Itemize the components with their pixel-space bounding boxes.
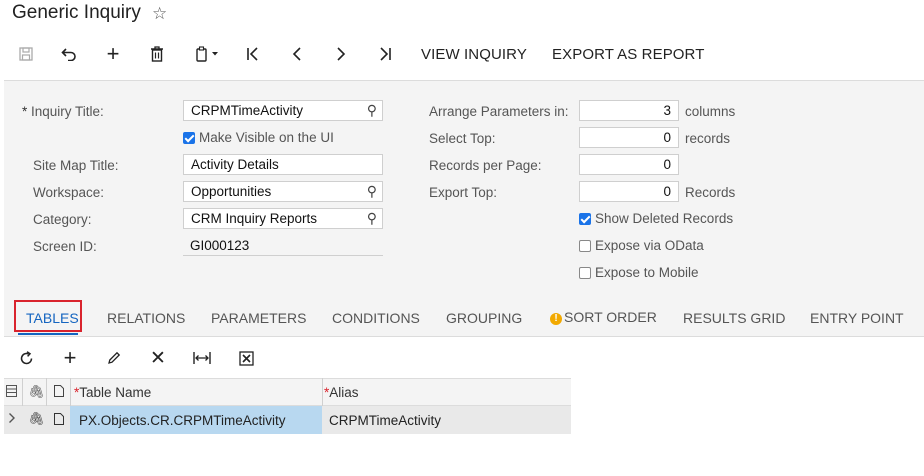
fit-columns-icon[interactable]: [191, 347, 213, 369]
select-top-label: Select Top:: [429, 131, 496, 146]
undo-icon[interactable]: [55, 40, 83, 68]
delete-row-icon[interactable]: ✕: [147, 347, 169, 369]
search-icon[interactable]: ⚲: [367, 210, 377, 227]
export-top-label: Export Top:: [429, 185, 498, 200]
copy-paste-icon[interactable]: [188, 40, 228, 68]
screen-id-label: Screen ID:: [33, 239, 97, 254]
make-visible-label: Make Visible on the UI: [199, 130, 334, 145]
arrange-unit: columns: [685, 104, 736, 119]
screen-id-value: GI000123: [183, 235, 383, 256]
save-icon[interactable]: [12, 40, 40, 68]
row-indicator-icon: [8, 412, 16, 427]
table-name-cell[interactable]: PX.Objects.CR.CRPMTimeActivity: [79, 413, 286, 428]
alias-cell[interactable]: CRPMTimeActivity: [329, 413, 441, 428]
last-record-icon[interactable]: [371, 40, 399, 68]
export-excel-icon[interactable]: [235, 347, 257, 369]
tab-parameters[interactable]: PARAMETERS: [211, 310, 306, 326]
view-inquiry-button[interactable]: VIEW INQUIRY: [421, 46, 527, 63]
delete-icon[interactable]: [143, 40, 171, 68]
tab-results-grid[interactable]: RESULTS GRID: [683, 310, 785, 326]
favorite-star-icon[interactable]: ☆: [152, 4, 167, 24]
tab-bar: TABLES RELATIONS PARAMETERS CONDITIONS G…: [4, 292, 924, 337]
records-per-page-label: Records per Page:: [429, 158, 542, 173]
export-top-unit: Records: [685, 185, 736, 200]
export-top-field[interactable]: 0: [579, 181, 679, 202]
page-title: Generic Inquiry: [12, 2, 141, 23]
edit-icon[interactable]: [103, 347, 125, 369]
note-icon: [54, 385, 64, 400]
arrange-parameters-label: Arrange Parameters in:: [429, 104, 569, 119]
expose-mobile-checkbox[interactable]: [579, 267, 591, 279]
show-deleted-label: Show Deleted Records: [595, 211, 734, 226]
tab-relations[interactable]: RELATIONS: [107, 310, 185, 326]
category-field[interactable]: CRM Inquiry Reports ⚲: [183, 208, 383, 229]
expose-mobile-label: Expose to Mobile: [595, 265, 699, 280]
export-as-report-button[interactable]: EXPORT AS REPORT: [552, 46, 705, 63]
workspace-field[interactable]: Opportunities ⚲: [183, 181, 383, 202]
tab-conditions[interactable]: CONDITIONS: [332, 310, 420, 326]
table-name-column-header[interactable]: *Table Name: [74, 385, 151, 400]
next-record-icon[interactable]: [327, 40, 355, 68]
expose-odata-label: Expose via OData: [595, 238, 704, 253]
search-icon[interactable]: ⚲: [367, 183, 377, 200]
previous-record-icon[interactable]: [283, 40, 311, 68]
tab-grouping[interactable]: GROUPING: [446, 310, 522, 326]
inquiry-title-label: * Inquiry Title:: [22, 104, 104, 119]
site-map-title-field[interactable]: Activity Details: [183, 154, 383, 175]
first-record-icon[interactable]: [239, 40, 267, 68]
records-per-page-field[interactable]: 0: [579, 154, 679, 175]
expose-odata-checkbox[interactable]: [579, 240, 591, 252]
make-visible-checkbox[interactable]: [183, 132, 195, 144]
add-row-icon[interactable]: +: [59, 345, 81, 370]
add-icon[interactable]: +: [99, 40, 127, 68]
tab-entry-point[interactable]: ENTRY POINT: [810, 310, 904, 326]
warning-icon: !: [550, 313, 562, 325]
active-tab-indicator: [18, 333, 78, 335]
row-attachment-icon[interactable]: 🖇: [28, 411, 45, 427]
select-top-field[interactable]: 0: [579, 127, 679, 148]
tab-sort-order[interactable]: ! SORT ORDER: [550, 309, 657, 325]
site-map-title-label: Site Map Title:: [33, 158, 119, 173]
category-label: Category:: [33, 212, 92, 227]
tab-tables[interactable]: TABLES: [26, 310, 79, 326]
workspace-label: Workspace:: [33, 185, 105, 200]
grid-toolbar: + ✕: [4, 337, 924, 377]
show-deleted-checkbox[interactable]: [579, 213, 591, 225]
search-icon[interactable]: ⚲: [367, 102, 377, 119]
refresh-icon[interactable]: [15, 347, 37, 369]
grid-header: 🖇 *Table Name *Alias: [4, 378, 571, 406]
attachment-icon: 🖇: [28, 384, 45, 399]
alias-column-header[interactable]: *Alias: [324, 385, 359, 400]
select-top-unit: records: [685, 131, 731, 146]
row-note-icon[interactable]: [54, 413, 64, 428]
row-selector-icon[interactable]: [6, 385, 17, 400]
inquiry-title-field[interactable]: CRPMTimeActivity ⚲: [183, 100, 383, 121]
inquiry-summary-form: * Inquiry Title: CRPMTimeActivity ⚲ Make…: [4, 80, 924, 293]
arrange-parameters-field[interactable]: 3: [579, 100, 679, 121]
